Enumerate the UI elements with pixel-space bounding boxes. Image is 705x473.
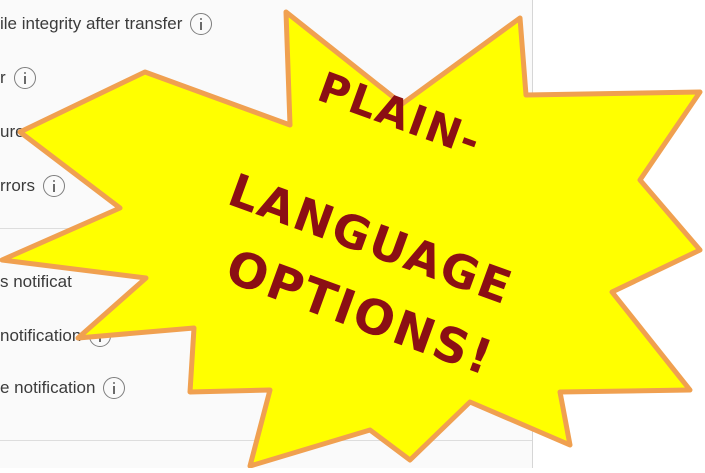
promo-starburst: PLAIN- LANGUAGE OPTIONS!	[0, 0, 705, 469]
